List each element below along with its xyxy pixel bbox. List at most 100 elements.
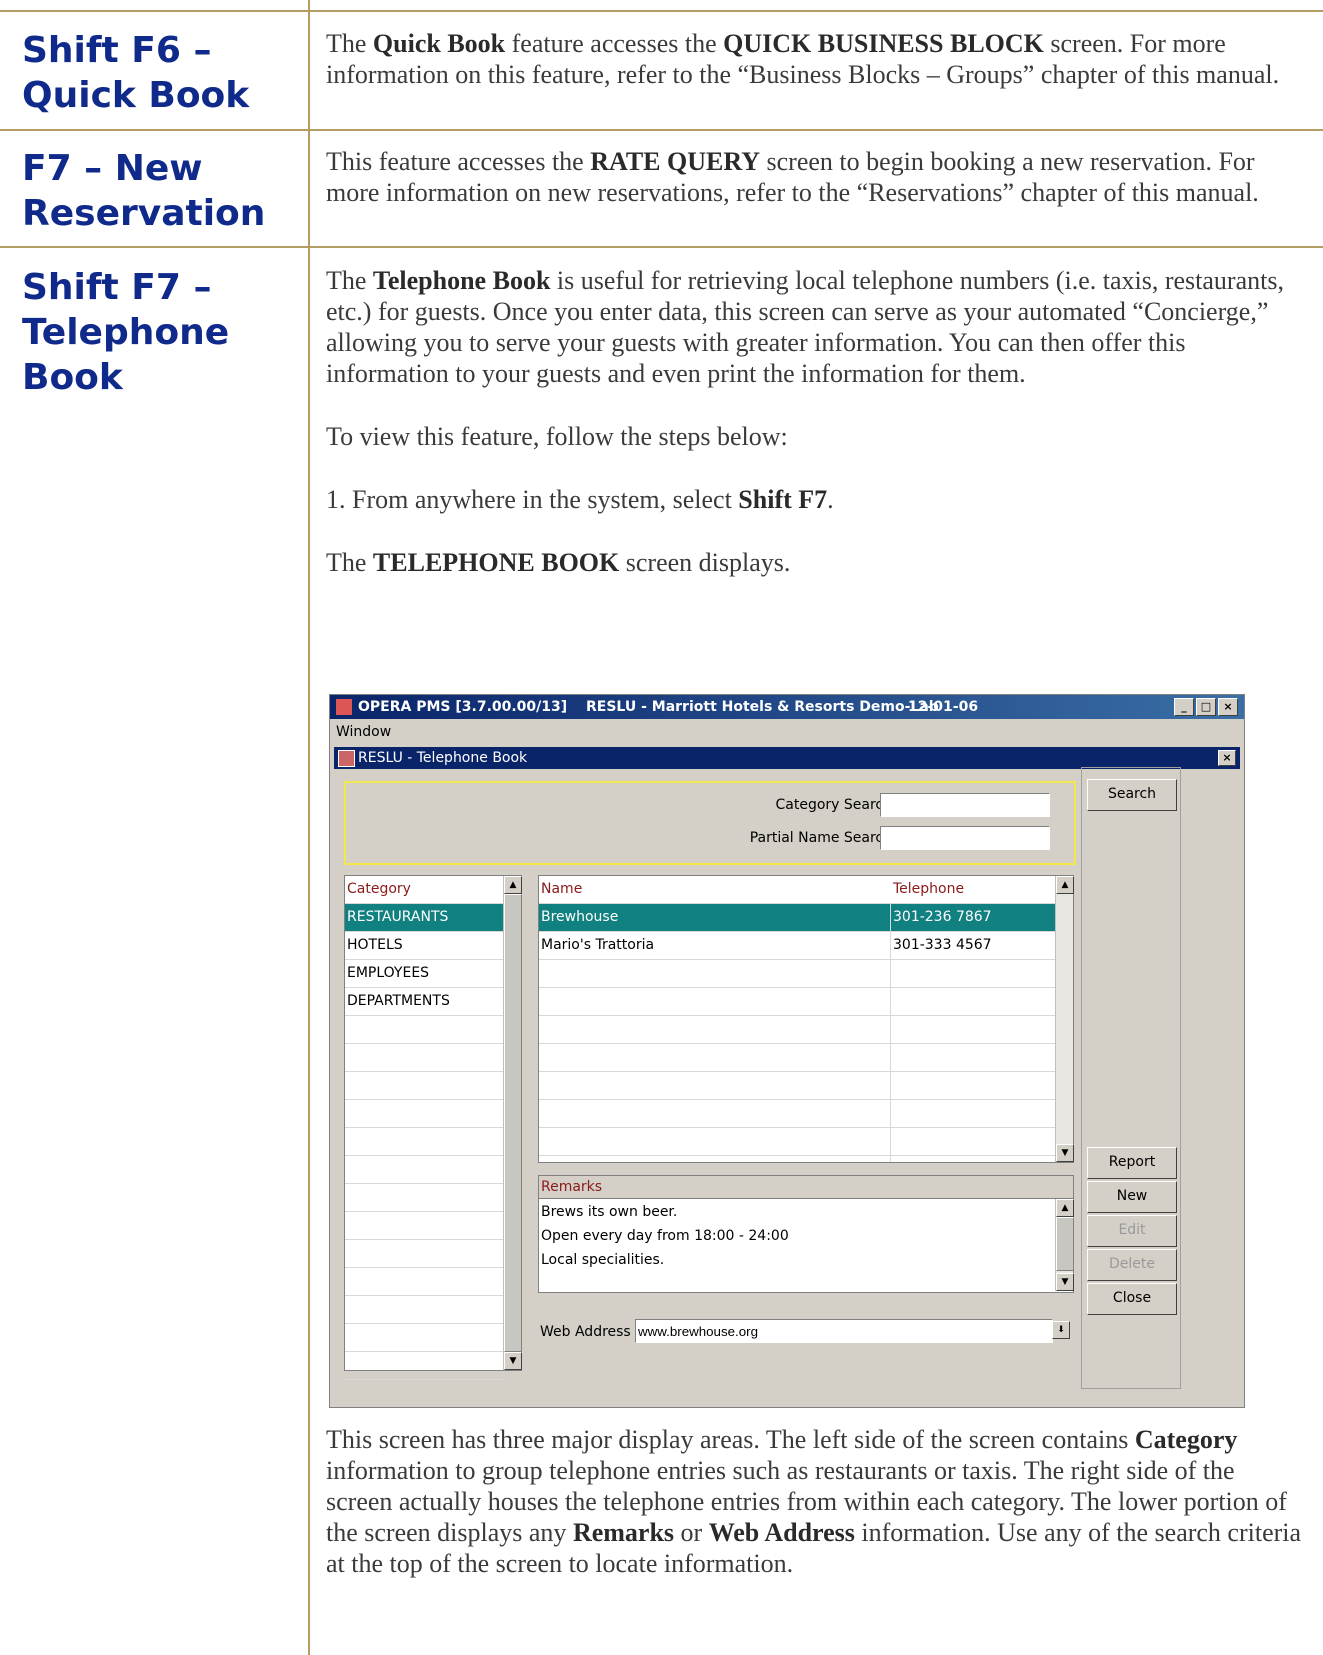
category-row[interactable] bbox=[345, 1044, 503, 1072]
category-row[interactable]: DEPARTMENTS bbox=[345, 988, 503, 1016]
maximize-icon[interactable]: □ bbox=[1196, 698, 1216, 716]
new-button[interactable]: New bbox=[1087, 1181, 1177, 1213]
close-icon[interactable]: × bbox=[1218, 698, 1238, 716]
table-row[interactable] bbox=[539, 1100, 1055, 1128]
text-run: The bbox=[326, 266, 373, 295]
category-row[interactable] bbox=[345, 1296, 503, 1324]
scroll-thumb[interactable] bbox=[1056, 1217, 1074, 1271]
category-row[interactable] bbox=[345, 1212, 503, 1240]
scroll-thumb[interactable] bbox=[504, 894, 522, 1352]
category-row[interactable] bbox=[345, 1072, 503, 1100]
telephone-book-screenshot: OPERA PMS [3.7.00.00/13] RESLU - Marriot… bbox=[329, 694, 1245, 1408]
section-text-quick-book: The Quick Book feature accesses the QUIC… bbox=[326, 28, 1306, 90]
heading-line: Reservation bbox=[22, 193, 266, 234]
partial-name-label: Partial Name Search bbox=[749, 830, 892, 846]
scroll-down-icon[interactable]: ▼ bbox=[1056, 1273, 1074, 1291]
bold-term: TELEPHONE BOOK bbox=[372, 548, 620, 577]
text-run: To view this feature, follow the steps b… bbox=[326, 422, 788, 451]
text-run: This feature accesses the bbox=[326, 147, 591, 176]
category-row[interactable] bbox=[345, 1352, 503, 1380]
category-name: DEPARTMENTS bbox=[347, 993, 450, 1009]
category-row[interactable]: EMPLOYEES bbox=[345, 960, 503, 988]
heading-line: F7 – New bbox=[22, 148, 203, 189]
business-date: 12-01-06 bbox=[908, 699, 979, 715]
search-area: Category Search Partial Name Search bbox=[344, 781, 1076, 865]
opera-icon bbox=[336, 699, 352, 715]
category-search-input[interactable] bbox=[880, 793, 1050, 817]
table-row[interactable] bbox=[539, 1016, 1055, 1044]
heading-line: Shift F7 – bbox=[22, 267, 212, 308]
category-row[interactable]: RESTAURANTS bbox=[345, 904, 503, 932]
scroll-up-icon[interactable]: ▲ bbox=[1056, 1199, 1074, 1217]
text-run: or bbox=[674, 1518, 709, 1547]
bold-term: QUICK BUSINESS BLOCK bbox=[723, 29, 1044, 58]
section-heading-quick-book: Shift F6 – Quick Book bbox=[22, 28, 292, 118]
table-row[interactable] bbox=[539, 988, 1055, 1016]
window-close-icon[interactable]: × bbox=[1218, 750, 1236, 766]
app-title: OPERA PMS [3.7.00.00/13] bbox=[358, 699, 568, 715]
section-heading-new-reservation: F7 – New Reservation bbox=[22, 146, 292, 236]
category-row[interactable] bbox=[345, 1324, 503, 1352]
category-search-label: Category Search bbox=[775, 797, 893, 813]
category-row[interactable] bbox=[345, 1128, 503, 1156]
category-row[interactable]: HOTELS bbox=[345, 932, 503, 960]
web-address-input[interactable] bbox=[635, 1319, 1053, 1343]
bold-term: Telephone Book bbox=[372, 266, 551, 295]
category-name: EMPLOYEES bbox=[347, 965, 430, 981]
category-scrollbar[interactable]: ▲ ▼ bbox=[503, 876, 522, 1370]
section-text-new-reservation: This feature accesses the RATE QUERY scr… bbox=[326, 146, 1306, 208]
scroll-up-icon[interactable]: ▲ bbox=[504, 876, 522, 894]
entry-name: Brewhouse bbox=[541, 909, 619, 925]
section-rule bbox=[0, 10, 1323, 12]
window-icon bbox=[338, 750, 355, 767]
column-divider bbox=[890, 904, 891, 1162]
entries-header: Name Telephone bbox=[539, 876, 1055, 904]
report-button[interactable]: Report bbox=[1087, 1147, 1177, 1179]
section-text-summary: This screen has three major display area… bbox=[326, 1424, 1306, 1579]
category-row[interactable] bbox=[345, 1268, 503, 1296]
remark-line: Local specialities. bbox=[541, 1252, 665, 1268]
heading-line: Quick Book bbox=[22, 75, 250, 116]
bold-term: Remarks bbox=[572, 1518, 675, 1547]
partial-name-input[interactable] bbox=[880, 826, 1050, 850]
section-text-telephone-book: The Telephone Book is useful for retriev… bbox=[326, 265, 1306, 578]
entries-scrollbar[interactable]: ▲ ▼ bbox=[1055, 876, 1074, 1162]
scroll-up-icon[interactable]: ▲ bbox=[1056, 876, 1074, 894]
entry-telephone: 301-333 4567 bbox=[893, 937, 992, 953]
category-row[interactable] bbox=[345, 1156, 503, 1184]
download-icon[interactable]: ⬇ bbox=[1052, 1321, 1070, 1339]
close-button[interactable]: Close bbox=[1087, 1283, 1177, 1315]
window-title: RESLU - Telephone Book bbox=[358, 750, 528, 766]
category-row[interactable] bbox=[345, 1184, 503, 1212]
table-row[interactable] bbox=[539, 1072, 1055, 1100]
minimize-icon[interactable]: _ bbox=[1174, 698, 1194, 716]
scroll-down-icon[interactable]: ▼ bbox=[504, 1352, 522, 1370]
text-run: feature accesses the bbox=[505, 29, 724, 58]
table-row[interactable] bbox=[539, 960, 1055, 988]
column-divider bbox=[308, 0, 310, 1655]
category-row[interactable] bbox=[345, 1240, 503, 1268]
table-row[interactable] bbox=[539, 1128, 1055, 1156]
edit-button[interactable]: Edit bbox=[1087, 1215, 1177, 1247]
section-rule bbox=[0, 246, 1323, 248]
bold-term: Category bbox=[1134, 1425, 1238, 1454]
table-row[interactable]: Brewhouse 301-236 7867 bbox=[539, 904, 1055, 932]
text-run: This screen has three major display area… bbox=[326, 1425, 1135, 1454]
category-list: Category RESTAURANTS HOTELS EMPLOYEES DEPAR… bbox=[344, 875, 522, 1380]
entry-telephone: 301-236 7867 bbox=[893, 909, 992, 925]
category-row[interactable] bbox=[345, 1100, 503, 1128]
search-button[interactable]: Search bbox=[1087, 779, 1177, 811]
scroll-down-icon[interactable]: ▼ bbox=[1056, 1144, 1074, 1162]
table-row[interactable]: Mario's Trattoria 301-333 4567 bbox=[539, 932, 1055, 960]
category-name: HOTELS bbox=[347, 937, 403, 953]
menu-window[interactable]: Window bbox=[336, 724, 391, 740]
delete-button[interactable]: Delete bbox=[1087, 1249, 1177, 1281]
remarks-header: Remarks bbox=[539, 1176, 1073, 1199]
web-address-label: Web Address bbox=[540, 1324, 631, 1340]
telephone-column-header: Telephone bbox=[893, 881, 965, 897]
text-run: 1. From anywhere in the system, select bbox=[326, 485, 739, 514]
table-row[interactable] bbox=[539, 1044, 1055, 1072]
heading-line: Telephone bbox=[22, 312, 230, 353]
category-row[interactable] bbox=[345, 1016, 503, 1044]
remarks-scrollbar[interactable]: ▲ ▼ bbox=[1055, 1199, 1074, 1291]
